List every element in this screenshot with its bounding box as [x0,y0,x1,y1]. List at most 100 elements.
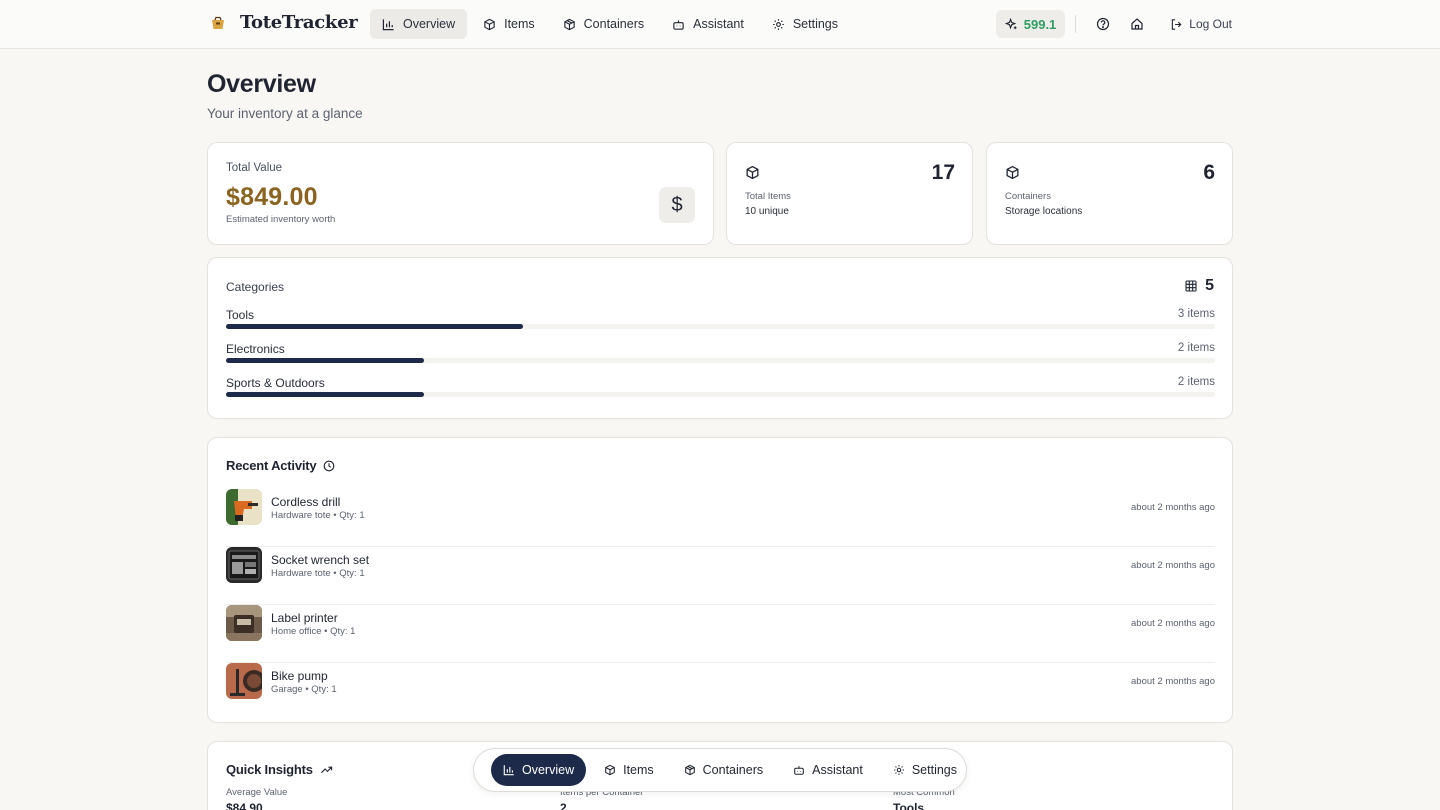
clock-icon [324,460,335,471]
category-row[interactable]: Sports & Outdoors 2 items [226,376,1215,397]
box-icon [746,165,759,180]
category-row[interactable]: Tools 3 items [226,308,1215,329]
total-value-card: Total Value $849.00 Estimated inventory … [207,142,714,245]
nav-containers-label: Containers [583,17,645,31]
box-icon [605,764,615,776]
nav-containers[interactable]: Containers [551,9,656,39]
category-bar-fill [226,358,424,363]
bottom-nav-items-label: Items [623,763,654,777]
activity-item-name: Bike pump [271,669,328,683]
recent-activity-label: Recent Activity [226,458,317,473]
package-icon [1006,165,1019,180]
activity-row[interactable]: Bike pump Garage • Qty: 1 about 2 months… [226,663,1215,721]
activity-item-name: Socket wrench set [271,553,370,567]
activity-item-name: Label printer [271,611,338,625]
bottom-nav-settings[interactable]: Settings [881,754,969,786]
help-circle-icon [1097,17,1110,31]
category-bar-fill [226,392,424,397]
bottom-nav-assistant-label: Assistant [812,763,863,777]
top-nav-bar: ToteTracker Overview Items Containers As… [0,0,1440,49]
category-row[interactable]: Electronics 2 items [226,342,1215,363]
insight-value: $84.90 [226,801,263,810]
insight-label: Average Value [226,787,288,798]
grid-icon [1185,280,1197,292]
credits-badge[interactable]: 599.1 [995,10,1066,38]
bot-icon [673,19,684,30]
containers-card: 6 Containers Storage locations [986,142,1233,245]
cordless-drill-thumbnail [226,489,262,525]
quick-insights-label: Quick Insights [226,762,313,777]
categories-count-value: 5 [1205,277,1214,294]
total-items-card: 17 Total Items 10 unique [726,142,973,245]
activity-item-meta: Home office • Qty: 1 [271,626,356,637]
bar-chart-icon [382,18,394,30]
credits-value: 599.1 [1023,16,1057,32]
category-items-count: 3 items [1177,308,1215,320]
total-value-amount: $849.00 [226,183,318,211]
nav-overview-label: Overview [403,17,456,31]
gear-icon [772,18,784,30]
page-title: Overview [207,70,316,98]
activity-item-time: about 2 months ago [1131,560,1215,571]
total-items-label: Total Items [745,191,791,202]
nav-settings[interactable]: Settings [760,9,850,39]
bottom-nav-overview[interactable]: Overview [491,754,587,786]
bottom-nav-containers[interactable]: Containers [672,754,775,786]
insight-value: 2 [560,801,567,810]
total-items-sub: 10 unique [745,206,789,217]
bottom-nav-items[interactable]: Items [592,754,666,786]
brand[interactable]: ToteTracker [210,12,358,33]
category-bar-fill [226,324,523,329]
nav-items-label: Items [504,17,535,31]
activity-row[interactable]: Cordless drill Hardware tote • Qty: 1 ab… [226,489,1215,547]
activity-row[interactable]: Socket wrench set Hardware tote • Qty: 1… [226,547,1215,605]
nav-items[interactable]: Items [471,9,547,39]
category-name: Sports & Outdoors [226,376,325,390]
activity-item-time: about 2 months ago [1131,676,1215,687]
package-icon [563,18,575,30]
categories-count: 5 [1185,277,1214,295]
bottom-nav-assistant[interactable]: Assistant [781,754,875,786]
home-button[interactable] [1124,11,1150,37]
home-icon [1131,18,1143,30]
activity-item-meta: Hardware tote • Qty: 1 [271,510,365,521]
category-items-count: 2 items [1177,342,1215,354]
label-printer-thumbnail [226,605,262,641]
logout-button[interactable]: Log Out [1170,17,1232,31]
category-bar-track [226,358,1215,363]
activity-item-time: about 2 months ago [1131,618,1215,629]
nav-overview[interactable]: Overview [370,9,468,39]
category-bar-track [226,392,1215,397]
dollar-icon: $ [659,187,695,223]
main-nav: Overview Items Containers Assistant Sett… [370,9,850,39]
recent-activity-title: Recent Activity [226,458,335,473]
gear-icon [893,765,904,775]
bottom-nav-overview-label: Overview [522,763,575,777]
insight-value: Tools [893,801,925,810]
tote-logo-icon [212,16,224,29]
total-value-desc: Estimated inventory worth [226,214,336,225]
socket-wrench-set-thumbnail [226,547,262,583]
insight-average-value: Average Value $84.90 [226,787,287,810]
bike-pump-thumbnail [226,663,262,699]
activity-item-meta: Garage • Qty: 1 [271,684,337,695]
quick-insights-title: Quick Insights [226,762,333,777]
category-items-count: 2 items [1177,376,1215,388]
logout-label: Log Out [1189,17,1232,31]
containers-count: 6 [1203,161,1215,184]
bar-chart-icon [503,765,514,776]
recent-activity-card: Recent Activity Cordless drill Hardware … [207,437,1233,723]
divider [1075,15,1077,33]
total-value-label: Total Value [226,162,283,174]
category-bar-track [226,324,1215,329]
sparkle-icon [1004,17,1017,29]
floating-bottom-nav: Overview Items Containers Assistant Sett… [473,748,967,792]
categories-title: Categories [226,280,285,294]
help-button[interactable] [1090,11,1116,37]
nav-settings-label: Settings [792,17,838,31]
activity-item-time: about 2 months ago [1131,502,1215,513]
activity-row[interactable]: Label printer Home office • Qty: 1 about… [226,605,1215,663]
bottom-nav-containers-label: Containers [702,763,764,777]
category-name: Tools [226,308,255,322]
nav-assistant[interactable]: Assistant [660,9,756,39]
